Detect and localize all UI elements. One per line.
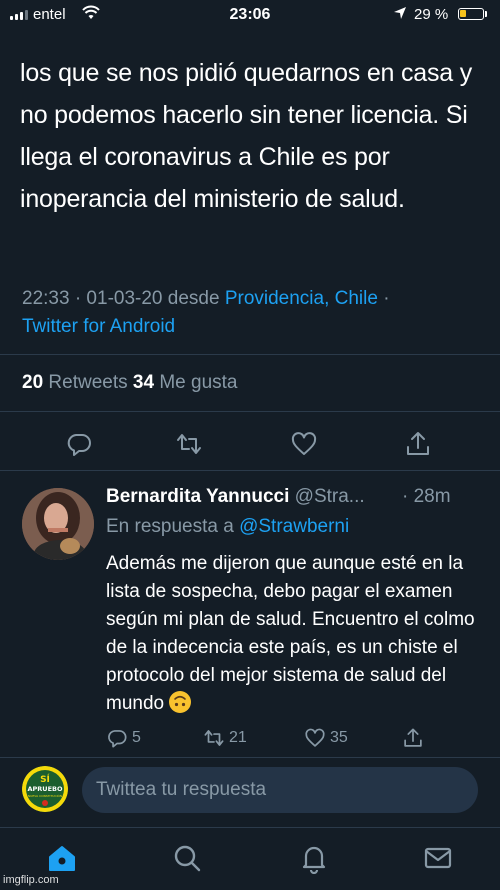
divider bbox=[0, 411, 500, 412]
compose-placeholder: Twittea tu respuesta bbox=[96, 779, 267, 800]
reply-retweet-button[interactable]: 21 bbox=[203, 727, 247, 749]
divider bbox=[0, 827, 500, 828]
reply-replies-count: 5 bbox=[132, 729, 141, 746]
tweet-stats: 20 Retweets 34 Me gusta bbox=[22, 372, 237, 394]
status-bar: entel 23:06 29 % bbox=[0, 0, 500, 30]
battery-percentage: 29 % bbox=[414, 6, 449, 23]
notifications-icon[interactable] bbox=[298, 842, 330, 875]
likes-stat[interactable]: 34 Me gusta bbox=[133, 372, 238, 393]
reply-retweets-count: 21 bbox=[229, 729, 247, 746]
reply-share-button[interactable] bbox=[402, 727, 424, 749]
reply-icon[interactable] bbox=[65, 430, 93, 458]
home-icon[interactable] bbox=[46, 842, 78, 874]
reply-to-line: En respuesta a @Strawberni bbox=[106, 516, 350, 537]
tweet-location-link[interactable]: Providencia, Chile bbox=[225, 288, 378, 309]
reply-author-name[interactable]: Bernardita Yannucci bbox=[106, 486, 289, 507]
reply-reply-button[interactable]: 5 bbox=[106, 727, 141, 749]
upside-down-face-icon bbox=[169, 691, 192, 713]
reply-like-button[interactable]: 35 bbox=[304, 727, 348, 749]
reply-to-handle-link[interactable]: @Strawberni bbox=[239, 516, 349, 537]
search-icon[interactable] bbox=[171, 842, 203, 874]
battery-icon bbox=[458, 8, 484, 20]
divider bbox=[0, 354, 500, 355]
like-icon[interactable] bbox=[290, 430, 318, 458]
retweets-stat[interactable]: 20 Retweets bbox=[22, 372, 133, 393]
tweet-client-link[interactable]: Twitter for Android bbox=[22, 316, 175, 337]
retweet-icon[interactable] bbox=[175, 430, 203, 458]
reply-timestamp: · 28m bbox=[402, 486, 451, 507]
avatar[interactable] bbox=[22, 488, 94, 560]
svg-text:SÍ: SÍ bbox=[40, 773, 50, 785]
watermark: imgflip.com bbox=[3, 874, 59, 886]
svg-text:NUEVA CONSTITUCIÓN: NUEVA CONSTITUCIÓN bbox=[28, 793, 62, 798]
reply-text: Además me dijeron que aunque esté en la … bbox=[106, 553, 475, 714]
tweet-meta: 22:33 · 01-03-20 desde Providencia, Chil… bbox=[22, 288, 390, 337]
reply-likes-count: 35 bbox=[330, 729, 348, 746]
reply-header: Bernardita Yannucci @Stra... bbox=[106, 486, 365, 508]
divider bbox=[0, 470, 500, 471]
tweet-timestamp: 22:33 · 01-03-20 desde bbox=[22, 288, 225, 309]
messages-icon[interactable] bbox=[422, 842, 454, 874]
user-avatar[interactable]: SÍ APRUEBO NUEVA CONSTITUCIÓN bbox=[22, 766, 68, 812]
reply-compose-input[interactable]: Twittea tu respuesta bbox=[82, 767, 478, 813]
share-icon[interactable] bbox=[404, 430, 432, 458]
reply-author-handle: @Stra... bbox=[289, 486, 365, 507]
divider bbox=[0, 757, 500, 758]
location-arrow-icon bbox=[393, 6, 407, 24]
tweet-text: los que se nos pidió quedarnos en casa y… bbox=[20, 59, 473, 213]
svg-text:APRUEBO: APRUEBO bbox=[28, 785, 63, 793]
